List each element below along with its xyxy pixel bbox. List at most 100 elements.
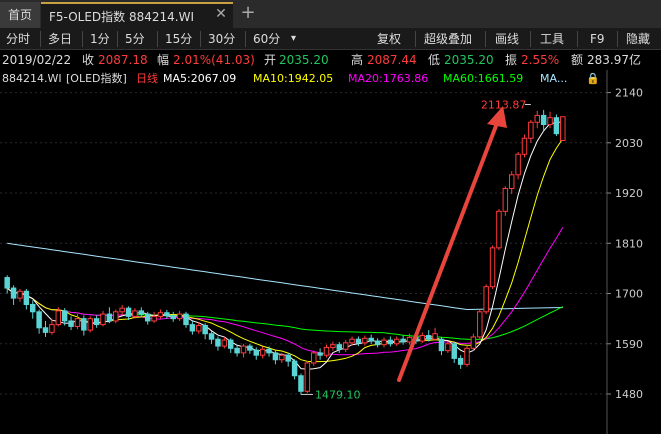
candle-down bbox=[336, 344, 343, 350]
candle-up bbox=[176, 313, 183, 320]
toolbar-divider bbox=[245, 31, 246, 47]
candle-up bbox=[502, 187, 509, 212]
candle-down bbox=[266, 348, 272, 354]
period-30min[interactable]: 30分 bbox=[208, 28, 235, 50]
candle bbox=[323, 344, 330, 358]
hide-button[interactable]: 隐藏 bbox=[626, 28, 650, 50]
candle bbox=[183, 311, 189, 328]
tab-oled-index[interactable]: F5-OLED指数 884214.WI bbox=[41, 2, 233, 28]
period-toolbar: 分时 多日 1分 5分 15分 30分 60分 ▾ 复权 超级叠加 画线 工具 … bbox=[0, 28, 661, 50]
period-5min[interactable]: 5分 bbox=[125, 28, 145, 50]
candle-up bbox=[342, 342, 349, 350]
candle bbox=[113, 309, 119, 324]
ma5-value: MA5:2067.09 bbox=[163, 72, 237, 85]
draw-line-button[interactable]: 画线 bbox=[495, 28, 519, 50]
candle-down bbox=[125, 307, 132, 317]
period-label: 日线 bbox=[136, 72, 158, 85]
candle-down bbox=[61, 310, 68, 322]
tab-home[interactable]: 首页 bbox=[0, 2, 40, 28]
amount-value: 283.97亿 bbox=[587, 53, 641, 67]
candle bbox=[330, 341, 336, 351]
candle-up bbox=[221, 339, 228, 347]
period-15min[interactable]: 15分 bbox=[165, 28, 192, 50]
ma60-value: MA60:1661.59 bbox=[443, 72, 524, 85]
candle bbox=[202, 323, 208, 340]
toolbar-divider bbox=[157, 31, 158, 47]
tools-button[interactable]: 工具 bbox=[540, 28, 564, 50]
trend-arrow bbox=[300, 104, 531, 395]
low-value: 2035.20 bbox=[444, 53, 494, 67]
candle-down bbox=[425, 335, 432, 340]
candle-up bbox=[17, 290, 23, 299]
candle-down bbox=[247, 345, 253, 351]
candle bbox=[394, 336, 400, 347]
candle-down bbox=[215, 338, 221, 347]
candle-up bbox=[49, 324, 55, 333]
candle bbox=[215, 336, 221, 351]
candle bbox=[23, 288, 30, 310]
period-1min[interactable]: 1分 bbox=[90, 28, 110, 50]
candle bbox=[151, 311, 157, 323]
amp-value: 2.55% bbox=[521, 53, 560, 67]
toolbar-divider bbox=[485, 31, 486, 47]
add-tab-icon[interactable]: + bbox=[238, 1, 258, 25]
candle-up bbox=[311, 352, 317, 364]
adjust-button[interactable]: 复权 bbox=[377, 28, 401, 50]
candle-up bbox=[470, 336, 477, 349]
candle-down bbox=[189, 324, 196, 332]
candle bbox=[106, 307, 113, 324]
candle bbox=[483, 284, 489, 315]
candle bbox=[496, 209, 502, 251]
candle bbox=[49, 318, 55, 335]
candle bbox=[521, 134, 528, 158]
candle bbox=[528, 119, 534, 143]
candle-down bbox=[253, 349, 259, 356]
close-label: 收 bbox=[82, 53, 95, 67]
candle-up bbox=[406, 336, 413, 343]
amount-label: 额 bbox=[571, 53, 584, 67]
candle bbox=[36, 309, 42, 334]
toolbar-divider bbox=[617, 31, 618, 47]
candle bbox=[87, 316, 93, 333]
super-overlay-button[interactable]: 超级叠加 bbox=[424, 28, 472, 50]
change-value: 2.01%(41.03) bbox=[173, 53, 255, 67]
candle-up bbox=[489, 247, 496, 288]
candle bbox=[234, 344, 240, 357]
candle-up bbox=[521, 137, 528, 155]
ma-more[interactable]: MA... bbox=[540, 70, 567, 87]
index-name: [OLED指数] bbox=[66, 72, 127, 85]
y-tick-label: 1920 bbox=[615, 187, 643, 200]
candle bbox=[387, 336, 394, 347]
candle-down bbox=[30, 303, 36, 313]
candle-down bbox=[291, 360, 298, 377]
candle bbox=[189, 320, 196, 335]
candle bbox=[368, 334, 374, 344]
toolbar-divider bbox=[415, 31, 416, 47]
candle-down bbox=[317, 352, 323, 356]
candle bbox=[419, 332, 426, 343]
close-tab-icon[interactable]: ✕ bbox=[211, 2, 231, 26]
candle-up bbox=[240, 345, 247, 354]
period-60min[interactable]: 60分 bbox=[253, 28, 280, 50]
candle-up bbox=[87, 318, 93, 331]
candle bbox=[445, 341, 451, 353]
period-multiday[interactable]: 多日 bbox=[48, 28, 72, 50]
candle bbox=[4, 275, 10, 294]
candle bbox=[464, 346, 470, 367]
candle bbox=[438, 336, 445, 356]
candle bbox=[125, 306, 132, 321]
f9-button[interactable]: F9 bbox=[590, 28, 605, 50]
candle-up bbox=[113, 311, 119, 322]
lock-icon[interactable]: 🔒 bbox=[586, 70, 600, 87]
candle-up bbox=[394, 338, 400, 345]
candle-down bbox=[93, 318, 100, 326]
kline-chart[interactable]: 2140 2030 1920 1810 1700 1590 1480 2113.87 147… bbox=[0, 70, 661, 434]
candle-up bbox=[515, 153, 521, 176]
period-intraday[interactable]: 分时 bbox=[6, 28, 30, 50]
y-tick-label: 2140 bbox=[615, 87, 643, 100]
candle-down bbox=[387, 339, 394, 345]
period-dropdown-icon[interactable]: ▾ bbox=[291, 28, 296, 50]
candle bbox=[138, 307, 145, 318]
open-value: 2035.20 bbox=[279, 53, 329, 67]
candle-down bbox=[4, 277, 10, 289]
